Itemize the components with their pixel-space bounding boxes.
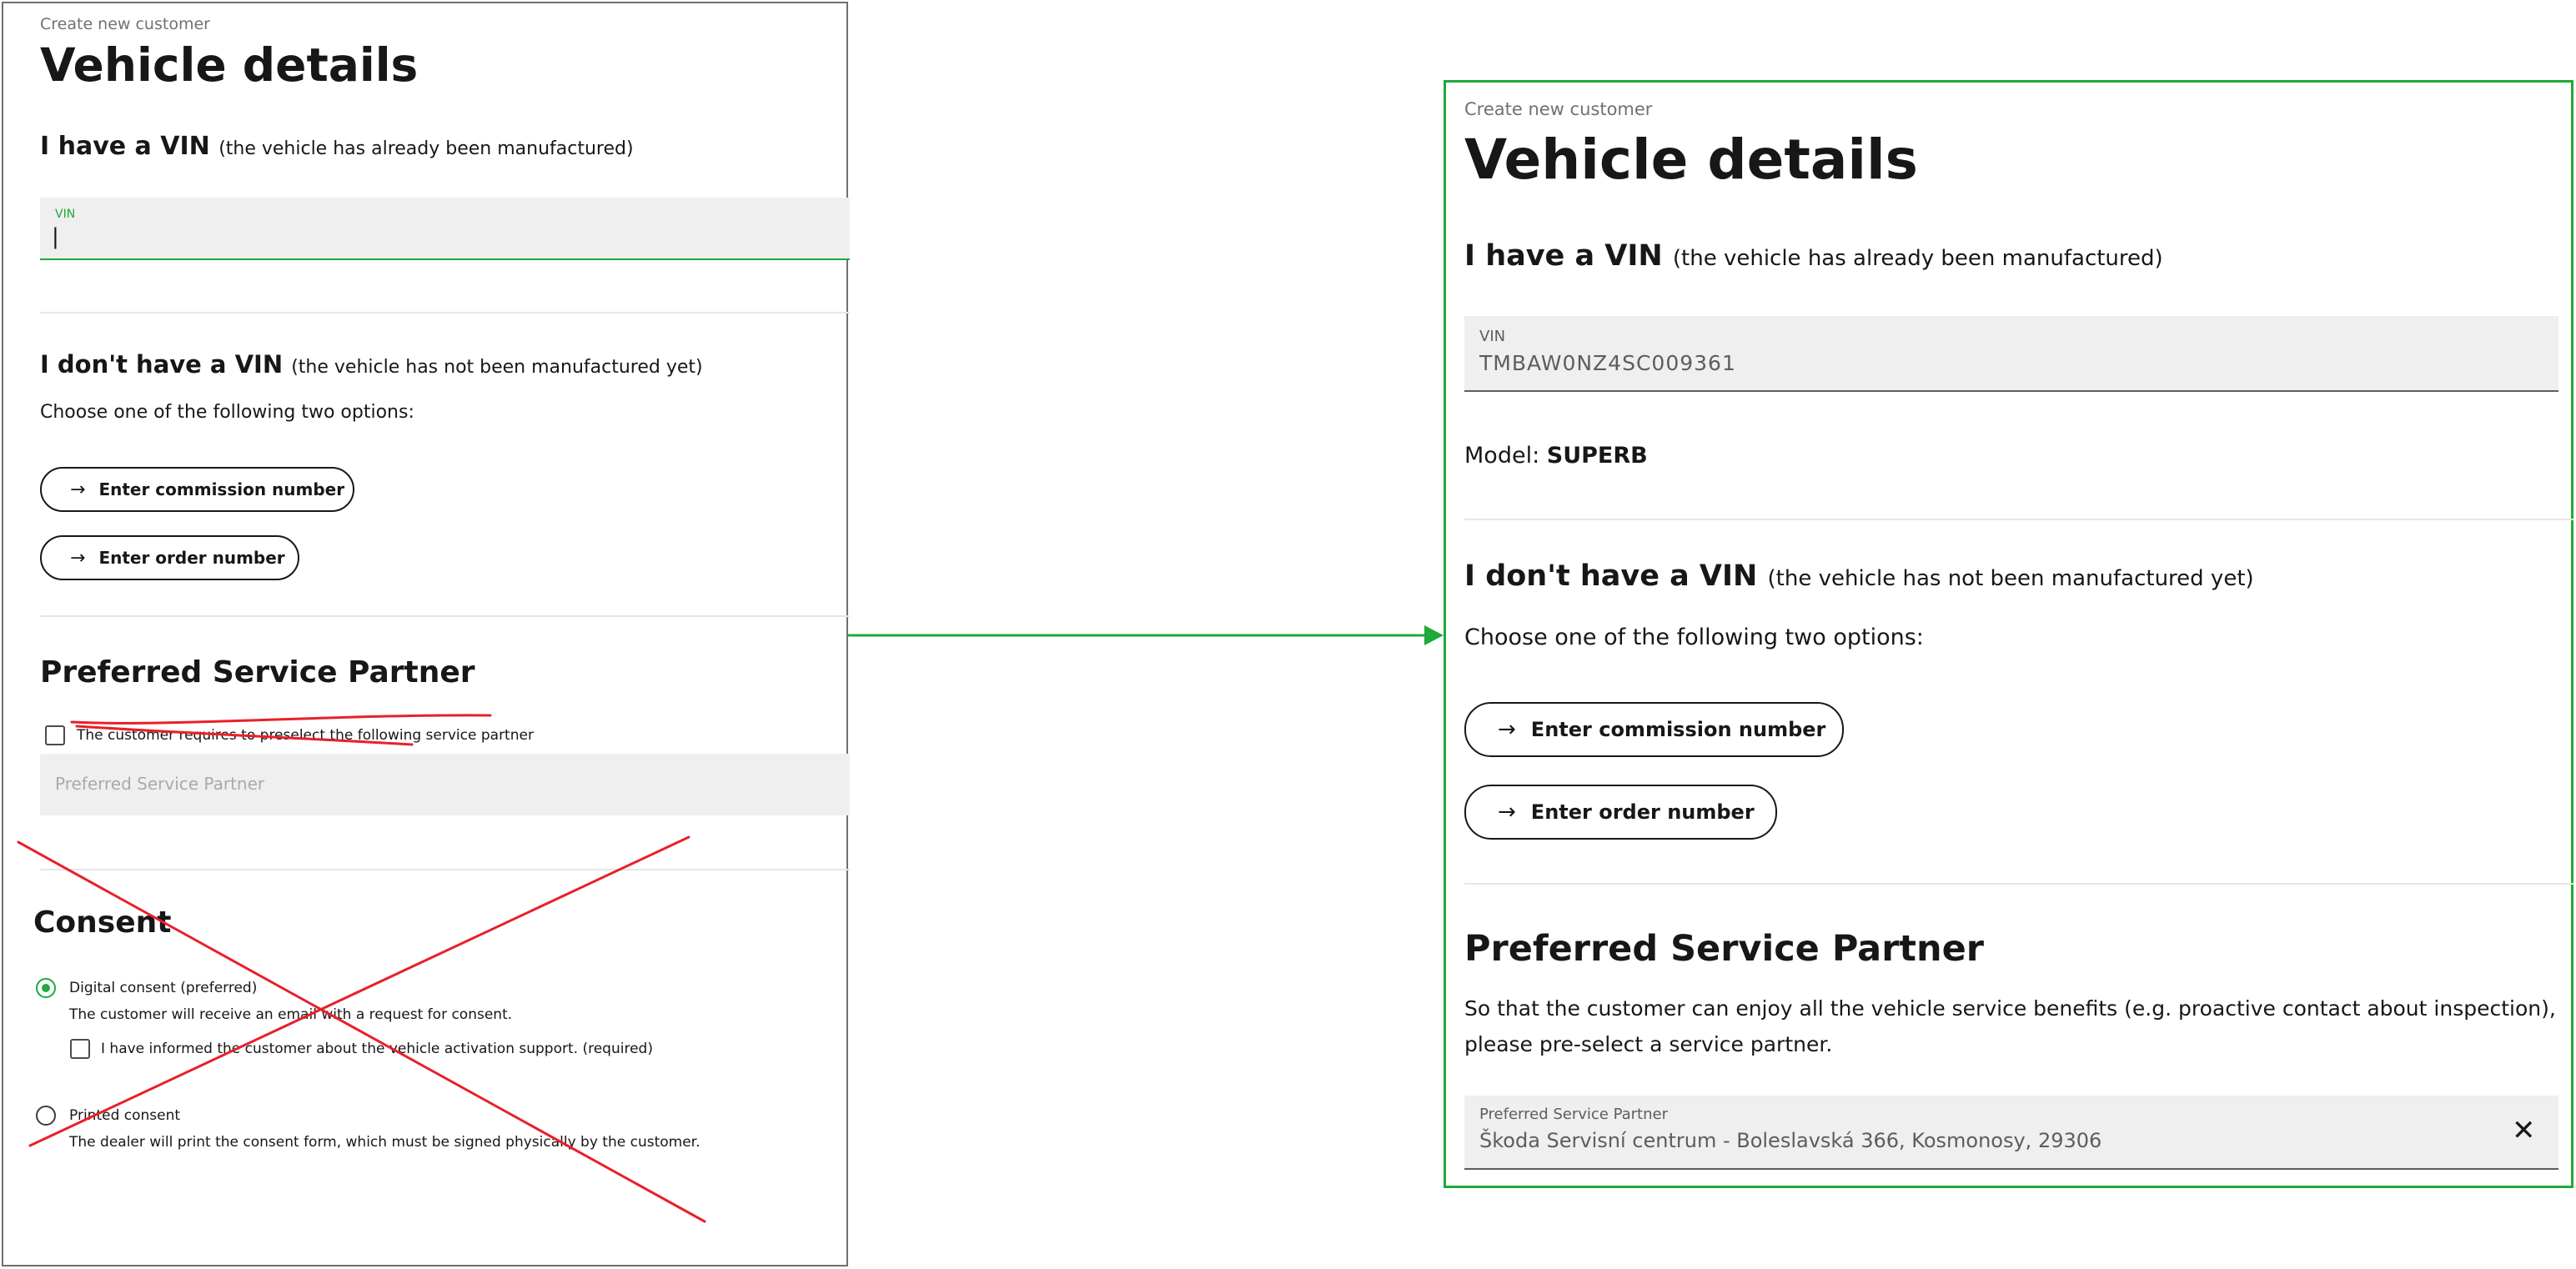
section-divider [40, 312, 850, 313]
vin-heading: I have a VIN (the vehicle has already be… [40, 132, 634, 161]
arrow-right-icon: → [70, 547, 86, 569]
no-vin-heading: I don't have a VIN (the vehicle has not … [40, 350, 703, 379]
no-vin-heading-text: I don't have a VIN [40, 350, 284, 379]
vin-heading-text: I have a VIN [40, 132, 210, 161]
breadcrumb[interactable]: Create new customer [40, 15, 210, 33]
arrow-right-icon: → [1498, 717, 1516, 742]
section-divider [40, 869, 850, 870]
arrow-right-icon: → [1498, 800, 1516, 825]
vin-heading-text: I have a VIN [1464, 239, 1663, 273]
enter-order-number-label: Enter order number [98, 548, 285, 568]
no-vin-instruction: Choose one of the following two options: [40, 402, 414, 423]
enter-commission-number-label: Enter commission number [98, 479, 345, 499]
printed-consent-description: The dealer will print the consent form, … [69, 1134, 700, 1151]
activation-support-label: I have informed the customer about the v… [101, 1041, 653, 1057]
transition-arrowhead-icon [1424, 625, 1444, 645]
enter-commission-number-label: Enter commission number [1530, 718, 1826, 741]
page-title: Vehicle details [40, 38, 419, 92]
service-partner-input-value: Škoda Servisní centrum - Boleslavská 366… [1479, 1129, 2102, 1152]
section-divider [1464, 883, 2573, 885]
no-vin-heading-text: I don't have a VIN [1464, 559, 1758, 593]
vin-input-value: TMBAW0NZ4SC009361 [1479, 351, 1736, 375]
enter-order-number-button[interactable]: → Enter order number [1464, 785, 1777, 840]
service-partner-input-label: Preferred Service Partner [1479, 1106, 1669, 1123]
vin-input-label: VIN [55, 208, 76, 221]
no-vin-heading: I don't have a VIN (the vehicle has not … [1464, 559, 2254, 593]
activation-support-checkbox[interactable] [70, 1039, 90, 1059]
service-partner-placeholder: Preferred Service Partner [55, 774, 265, 794]
service-partner-heading: Preferred Service Partner [40, 655, 475, 690]
vin-input[interactable]: VIN TMBAW0NZ4SC009361 [1464, 316, 2558, 392]
digital-consent-label: Digital consent (preferred) [69, 980, 258, 996]
vehicle-model-value: SUPERB [1546, 443, 1648, 469]
digital-consent-radio[interactable] [36, 978, 56, 998]
printed-consent-radio[interactable] [36, 1106, 56, 1126]
no-vin-instruction: Choose one of the following two options: [1464, 624, 1924, 650]
service-partner-input[interactable]: Preferred Service Partner [40, 754, 850, 815]
consent-heading: Consent [33, 905, 172, 940]
service-partner-heading: Preferred Service Partner [1464, 928, 1984, 970]
enter-commission-number-button[interactable]: → Enter commission number [1464, 702, 1844, 757]
service-partner-description-line1: So that the customer can enjoy all the v… [1464, 996, 2556, 1021]
service-partner-description-line2: please pre-select a service partner. [1464, 1032, 1833, 1056]
after-screen-panel: Create new customer Vehicle details I ha… [1444, 80, 2573, 1188]
before-screen-panel: Create new customer Vehicle details I ha… [2, 2, 850, 1266]
vehicle-model: Model: SUPERB [1464, 443, 1648, 469]
enter-order-number-button[interactable]: → Enter order number [40, 535, 299, 580]
arrow-right-icon: → [70, 479, 86, 500]
no-vin-heading-note: (the vehicle has not been manufactured y… [1767, 566, 2254, 591]
vin-input-cursor: | [52, 224, 59, 249]
enter-order-number-label: Enter order number [1530, 800, 1755, 824]
service-partner-checkbox[interactable] [45, 725, 65, 745]
service-partner-checkbox-label: The customer requires to preselect the f… [77, 727, 534, 744]
clear-close-icon[interactable]: ✕ [2512, 1114, 2536, 1147]
no-vin-heading-note: (the vehicle has not been manufactured y… [291, 357, 703, 378]
vin-heading: I have a VIN (the vehicle has already be… [1464, 239, 2163, 273]
printed-consent-label: Printed consent [69, 1107, 181, 1124]
page-title: Vehicle details [1464, 128, 1918, 192]
enter-commission-number-button[interactable]: → Enter commission number [40, 467, 354, 512]
vehicle-model-label: Model: [1464, 443, 1540, 469]
service-partner-input[interactable]: Preferred Service Partner Škoda Servisní… [1464, 1096, 2558, 1170]
section-divider [40, 615, 850, 617]
vin-heading-note: (the vehicle has already been manufactur… [218, 138, 634, 159]
vin-input-label: VIN [1479, 328, 1506, 345]
vin-input[interactable]: VIN | [40, 198, 850, 260]
section-divider [1464, 519, 2573, 520]
digital-consent-description: The customer will receive an email with … [69, 1006, 513, 1023]
vin-heading-note: (the vehicle has already been manufactur… [1672, 246, 2163, 271]
breadcrumb[interactable]: Create new customer [1464, 99, 1652, 119]
